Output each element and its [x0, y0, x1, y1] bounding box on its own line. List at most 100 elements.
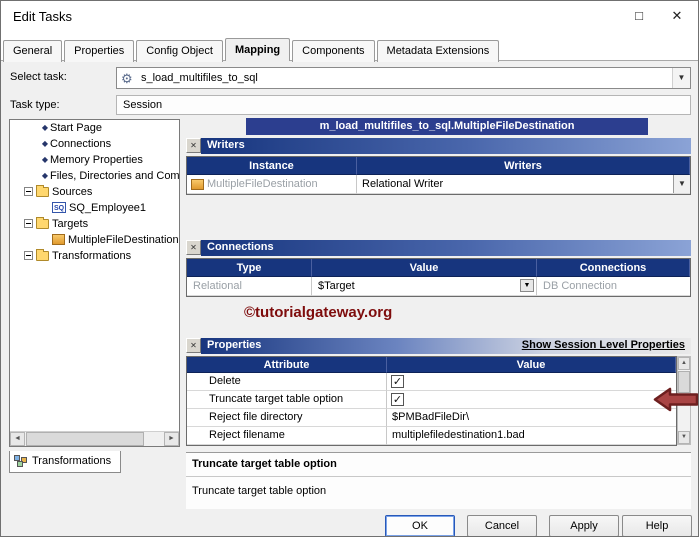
window-title: Edit Tasks: [13, 9, 73, 24]
column-header-connections: Connections: [537, 259, 690, 277]
edit-tasks-dialog: Edit Tasks □ ✕ General Properties Config O…: [0, 0, 699, 537]
delete-checkbox[interactable]: [391, 375, 404, 388]
connections-table: Type Value Connections Relational $Targe…: [186, 258, 691, 297]
close-icon[interactable]: ✕: [658, 1, 696, 31]
writer-instance-cell: MultipleFileDestination: [187, 175, 357, 194]
connections-section-header: ✕ Connections: [186, 240, 691, 256]
help-button[interactable]: Help: [622, 515, 692, 536]
tree-item-files-directories[interactable]: ◆ Files, Directories and Com: [10, 168, 179, 184]
tab-strip: General Properties Config Object Mapping Com…: [1, 31, 698, 62]
table-row: Delete: [187, 373, 676, 391]
tab-properties[interactable]: Properties: [64, 40, 135, 62]
target-icon: [191, 179, 204, 190]
writers-header-row: Instance Writers: [187, 157, 690, 175]
chevron-down-icon[interactable]: ▼: [520, 279, 534, 292]
diamond-icon: ◆: [41, 171, 49, 180]
tab-mapping[interactable]: Mapping: [224, 38, 291, 61]
connection-type-cell: Relational: [187, 277, 312, 296]
scroll-up-icon[interactable]: ▲: [678, 357, 690, 370]
table-row: MultipleFileDestination Relational Write…: [187, 175, 690, 194]
scroll-left-icon[interactable]: ◄: [10, 432, 25, 446]
diamond-icon: ◆: [41, 139, 49, 148]
session-icon: ⚙: [121, 71, 133, 86]
apply-button[interactable]: Apply: [549, 515, 619, 536]
value-cell[interactable]: multiplefiledestination1.bad: [387, 427, 676, 445]
tree-item-connections[interactable]: ◆ Connections: [10, 136, 179, 152]
attribute-cell: Reject file directory: [187, 409, 387, 427]
column-header-attribute: Attribute: [187, 357, 387, 373]
folder-icon: [36, 249, 49, 261]
description-title: Truncate target table option: [186, 453, 691, 477]
column-header-value: Value: [312, 259, 537, 277]
tree-item-sources[interactable]: Sources: [10, 184, 179, 200]
transformations-bottom-tab[interactable]: Transformations: [9, 451, 121, 473]
table-row: Truncate target table option: [187, 391, 676, 409]
properties-table: Attribute Value Delete Truncate target t…: [186, 356, 677, 446]
mapping-object-header: m_load_multifiles_to_sql.MultipleFileDes…: [246, 118, 648, 135]
cancel-button[interactable]: Cancel: [467, 515, 537, 536]
collapse-section-icon[interactable]: ✕: [186, 338, 201, 353]
connections-section-title: Connections: [201, 240, 691, 256]
folder-icon: [36, 185, 49, 197]
tab-metadata-extensions[interactable]: Metadata Extensions: [376, 40, 500, 62]
writer-type-cell[interactable]: Relational Writer ▼: [357, 175, 690, 194]
expand-minus-icon[interactable]: [24, 187, 33, 196]
table-row: Relational $Target ▼ DB Connection: [187, 277, 690, 296]
value-cell[interactable]: $PMBadFileDir\: [387, 409, 676, 427]
tab-config-object[interactable]: Config Object: [136, 40, 223, 62]
tree-item-multiplefiledestination[interactable]: MultipleFileDestination: [10, 232, 179, 248]
show-session-level-properties-link[interactable]: Show Session Level Properties: [522, 338, 685, 354]
description-body: Truncate target table option: [192, 485, 327, 497]
column-header-instance: Instance: [187, 157, 357, 175]
scroll-right-icon[interactable]: ►: [164, 432, 179, 446]
select-task-value: s_load_multifiles_to_sql: [141, 72, 258, 84]
chevron-down-icon[interactable]: ▼: [672, 68, 690, 88]
attribute-cell: Truncate target table option: [187, 391, 387, 409]
tree-item-targets[interactable]: Targets: [10, 216, 179, 232]
properties-section-header: ✕ Properties Show Session Level Propertie…: [186, 338, 691, 354]
tab-general[interactable]: General: [3, 40, 63, 62]
writers-section-header: ✕ Writers: [186, 138, 691, 154]
tree-item-sq-employee1[interactable]: SQ SQ_Employee1: [10, 200, 179, 216]
annotation-arrow: [653, 387, 698, 412]
title-bar: Edit Tasks □ ✕: [1, 1, 698, 31]
tree-item-start-page[interactable]: ◆ Start Page: [10, 120, 179, 136]
column-header-type: Type: [187, 259, 312, 277]
chevron-down-icon[interactable]: ▼: [673, 175, 690, 193]
select-task-dropdown[interactable]: ⚙ s_load_multifiles_to_sql ▼: [116, 67, 691, 89]
collapse-section-icon[interactable]: ✕: [186, 138, 201, 153]
diamond-icon: ◆: [41, 155, 49, 164]
tree-item-transformations[interactable]: Transformations: [10, 248, 179, 264]
task-type-label: Task type:: [10, 99, 60, 111]
attribute-description-panel: Truncate target table option Truncate ta…: [186, 452, 691, 509]
value-cell: [387, 391, 676, 409]
attribute-cell: Reject filename: [187, 427, 387, 445]
folder-icon: [36, 217, 49, 229]
scroll-down-icon[interactable]: ▼: [678, 431, 690, 444]
properties-header-row: Attribute Value: [187, 357, 676, 373]
connection-value-cell[interactable]: $Target ▼: [312, 277, 537, 296]
tree-horizontal-scrollbar[interactable]: ◄ ►: [10, 431, 179, 446]
watermark-text: ©tutorialgateway.org: [244, 304, 393, 321]
mapping-tree: ◆ Start Page ◆ Connections ◆ Memory Propert…: [9, 119, 180, 447]
expand-minus-icon[interactable]: [24, 251, 33, 260]
table-row: Reject filename multiplefiledestination1…: [187, 427, 676, 445]
diamond-icon: ◆: [41, 123, 49, 132]
writers-section-title: Writers: [201, 138, 691, 154]
collapse-section-icon[interactable]: ✕: [186, 240, 201, 255]
column-header-writers: Writers: [357, 157, 690, 175]
target-icon: [52, 234, 65, 245]
scrollbar-thumb[interactable]: [26, 432, 144, 446]
properties-section-title: Properties: [207, 339, 262, 351]
truncate-target-table-checkbox[interactable]: [391, 393, 404, 406]
select-task-label: Select task:: [10, 71, 67, 83]
task-type-field: Session: [116, 95, 691, 115]
ok-button[interactable]: OK: [385, 515, 455, 536]
transformations-tab-icon: [14, 455, 28, 467]
attribute-cell: Delete: [187, 373, 387, 391]
expand-minus-icon[interactable]: [24, 219, 33, 228]
value-cell: [387, 373, 676, 391]
maximize-icon[interactable]: □: [620, 1, 658, 31]
tree-item-memory-properties[interactable]: ◆ Memory Properties: [10, 152, 179, 168]
tab-components[interactable]: Components: [292, 40, 375, 62]
